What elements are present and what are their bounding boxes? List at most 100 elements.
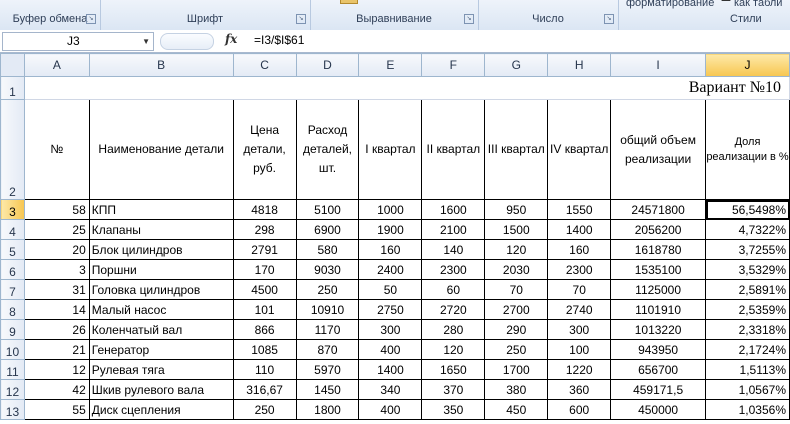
table-cell[interactable]: 280	[421, 319, 486, 340]
row-header[interactable]: 7	[0, 279, 25, 300]
column-header[interactable]: E	[358, 53, 423, 77]
header-cell[interactable]: общий объем реализации	[610, 99, 707, 200]
chevron-down-icon[interactable]: ▼	[142, 33, 150, 50]
table-cell[interactable]: 1170	[295, 319, 360, 340]
table-cell[interactable]: 55	[23, 399, 90, 420]
table-cell[interactable]: 943950	[610, 339, 707, 360]
table-cell[interactable]: 2030	[484, 259, 549, 280]
header-cell[interactable]: Цена детали, руб.	[232, 99, 297, 200]
table-cell[interactable]: 450000	[610, 399, 707, 420]
table-cell[interactable]: 3,5329%	[705, 259, 790, 280]
column-header[interactable]: D	[295, 53, 360, 77]
header-cell[interactable]: I квартал	[358, 99, 423, 200]
table-cell[interactable]: 250	[484, 339, 549, 360]
column-header[interactable]: B	[88, 53, 234, 77]
table-cell[interactable]: 4,7322%	[705, 219, 790, 240]
table-cell[interactable]: 300	[358, 319, 423, 340]
table-cell[interactable]: 1550	[547, 199, 612, 220]
table-cell[interactable]: 1000	[358, 199, 423, 220]
table-cell[interactable]: Шкив рулевого вала	[88, 379, 234, 400]
table-cell[interactable]: 300	[547, 319, 612, 340]
row-header[interactable]: 12	[0, 379, 25, 400]
table-cell[interactable]: 110	[232, 359, 297, 380]
format-as-table-button[interactable]: как табли	[734, 0, 782, 9]
header-cell[interactable]: Расход деталей, шт.	[295, 99, 360, 200]
column-header[interactable]: I	[610, 53, 707, 77]
select-all-corner[interactable]	[0, 53, 25, 77]
ribbon-group-clipboard[interactable]: Буфер обмена ↘	[0, 0, 101, 30]
table-cell[interactable]: 3,7255%	[705, 239, 790, 260]
column-header[interactable]: H	[547, 53, 612, 77]
table-cell[interactable]: 316,67	[232, 379, 297, 400]
table-cell[interactable]: 298	[232, 219, 297, 240]
table-cell[interactable]: КПП	[88, 199, 234, 220]
table-cell[interactable]: 26	[23, 319, 90, 340]
table-cell[interactable]: Малый насос	[88, 299, 234, 320]
table-cell[interactable]: 3	[23, 259, 90, 280]
column-header[interactable]: A	[23, 53, 90, 77]
table-cell[interactable]: 250	[232, 399, 297, 420]
header-cell[interactable]: IV квартал	[547, 99, 612, 200]
table-cell[interactable]: 58	[23, 199, 90, 220]
table-cell[interactable]: 2720	[421, 299, 486, 320]
table-cell[interactable]: 9030	[295, 259, 360, 280]
table-cell[interactable]: 950	[484, 199, 549, 220]
table-cell[interactable]: 6900	[295, 219, 360, 240]
dialog-launcher-icon[interactable]: ↘	[86, 14, 96, 24]
dropdown-arrow-icon[interactable]	[718, 0, 734, 7]
table-cell[interactable]: Поршни	[88, 259, 234, 280]
row-header[interactable]: 13	[0, 399, 25, 420]
table-cell[interactable]: 580	[295, 239, 360, 260]
table-cell[interactable]: 2,3318%	[705, 319, 790, 340]
table-cell[interactable]: 1,0356%	[705, 399, 790, 420]
header-cell[interactable]: Наименование детали	[88, 99, 234, 200]
table-cell[interactable]: 866	[232, 319, 297, 340]
table-cell[interactable]: 2,5359%	[705, 299, 790, 320]
row-header[interactable]: 5	[0, 239, 25, 260]
ribbon-group-styles[interactable]: форматирование как табли Стили	[618, 0, 790, 30]
table-cell[interactable]: 160	[358, 239, 423, 260]
table-cell[interactable]: 1600	[421, 199, 486, 220]
table-cell[interactable]: 50	[358, 279, 423, 300]
table-cell[interactable]: 120	[421, 339, 486, 360]
table-cell[interactable]: 2400	[358, 259, 423, 280]
table-cell[interactable]: 20	[23, 239, 90, 260]
formula-bar-resize-handle[interactable]	[160, 33, 214, 50]
table-cell[interactable]: 25	[23, 219, 90, 240]
row-header[interactable]: 2	[0, 99, 25, 200]
row-header[interactable]: 1	[0, 76, 25, 100]
table-cell[interactable]: 60	[421, 279, 486, 300]
header-cell[interactable]: II квартал	[421, 99, 486, 200]
table-cell[interactable]: 1535100	[610, 259, 707, 280]
column-header[interactable]: G	[484, 53, 549, 77]
table-cell[interactable]: 1085	[232, 339, 297, 360]
ribbon-group-alignment[interactable]: Выравнивание ↘	[310, 0, 479, 30]
table-cell[interactable]: 5100	[295, 199, 360, 220]
table-cell[interactable]: 1220	[547, 359, 612, 380]
table-cell[interactable]: 600	[547, 399, 612, 420]
row-header-selected[interactable]: 3	[0, 199, 25, 220]
table-cell[interactable]: 31	[23, 279, 90, 300]
table-cell[interactable]: 1,0567%	[705, 379, 790, 400]
table-cell[interactable]: 1800	[295, 399, 360, 420]
table-cell[interactable]: 2791	[232, 239, 297, 260]
table-cell[interactable]: 1400	[358, 359, 423, 380]
table-cell[interactable]: 1013220	[610, 319, 707, 340]
sheet-title[interactable]: Вариант №10	[23, 76, 790, 100]
table-cell[interactable]: 350	[421, 399, 486, 420]
row-header[interactable]: 4	[0, 219, 25, 240]
table-cell[interactable]: Головка цилиндров	[88, 279, 234, 300]
table-cell[interactable]: 360	[547, 379, 612, 400]
table-cell[interactable]: 120	[484, 239, 549, 260]
table-cell[interactable]: 5970	[295, 359, 360, 380]
table-cell[interactable]: 2740	[547, 299, 612, 320]
header-cell[interactable]: Доля реализации в %	[705, 99, 790, 200]
table-cell[interactable]: 2750	[358, 299, 423, 320]
table-cell[interactable]: Генератор	[88, 339, 234, 360]
table-cell[interactable]: 370	[421, 379, 486, 400]
ribbon-group-font[interactable]: Шрифт ↘	[100, 0, 311, 30]
table-cell[interactable]: 1,5113%	[705, 359, 790, 380]
table-cell[interactable]: 2300	[421, 259, 486, 280]
table-cell[interactable]: 1618780	[610, 239, 707, 260]
table-cell[interactable]: 1450	[295, 379, 360, 400]
